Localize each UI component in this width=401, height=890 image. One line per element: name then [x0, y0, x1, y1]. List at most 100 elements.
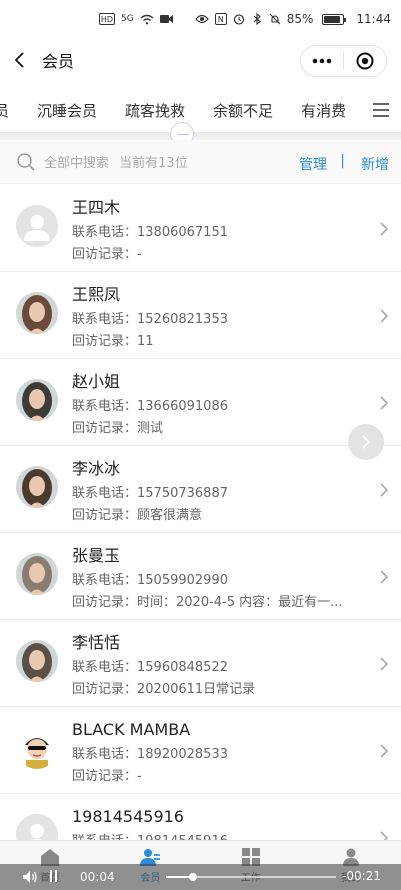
app: { "status_bar": { "indicators": ["HD", "…: [0, 0, 401, 890]
member-visit-line: 回访记录：时间：2020-4-5 内容：最近有一...: [72, 592, 343, 614]
member-visit-record: 11: [137, 334, 154, 349]
member-phone-line: 联系电话：15059902990: [72, 570, 343, 592]
member-photo: [16, 292, 58, 334]
chevron-right-icon: [380, 222, 389, 236]
member-row[interactable]: 赵小姐 联系电话：13666091086 回访记录：测试: [0, 359, 401, 446]
nav-bar: 会员: [0, 38, 401, 82]
member-name: 李冰冰: [72, 459, 121, 478]
member-row[interactable]: 王四木 联系电话：13806067151 回访记录：-: [0, 185, 401, 272]
more-dots-icon: [312, 58, 332, 64]
member-info: 赵小姐 联系电话：13666091086 回访记录：测试: [72, 371, 228, 440]
tab-dormant-members[interactable]: 沉睡会员: [37, 100, 97, 121]
member-info: 张曼玉 联系电话：15059902990 回访记录：时间：2020-4-5 内容：最…: [72, 545, 343, 614]
battery-percent: 85%: [286, 12, 314, 26]
member-visit-record: 顾客很满意: [137, 508, 203, 523]
member-visit-line: 回访记录：20200611日常记录: [72, 679, 255, 701]
chevron-right-icon: [380, 570, 389, 584]
member-visit-record: 20200611日常记录: [137, 682, 256, 697]
member-phone: 13666091086: [137, 399, 228, 414]
member-row[interactable]: 李冰冰 联系电话：15750736887 回访记录：顾客很满意: [0, 446, 401, 533]
phone-label: 联系电话：: [72, 573, 138, 588]
member-list: 王四木 联系电话：13806067151 回访记录：- 王熙凤 联系电话：1526082…: [0, 185, 401, 881]
member-row[interactable]: BLACK MAMBA 联系电话：18920028533 回访记录：-: [0, 707, 401, 794]
phone-label: 联系电话：: [72, 486, 138, 501]
member-photo: [16, 640, 58, 682]
mute-bell-icon: [269, 13, 281, 25]
visit-label: 回访记录：: [72, 769, 138, 784]
floating-next-button[interactable]: [348, 424, 384, 460]
member-phone: 15750736887: [137, 486, 228, 501]
cartoon-avatar-icon: [16, 727, 58, 769]
wifi-icon: [140, 13, 154, 25]
phone-label: 联系电话：: [72, 225, 138, 240]
status-bar: HD 5G N 85% 11:44: [0, 0, 401, 38]
video-progress-bar[interactable]: [166, 873, 336, 881]
visit-label: 回访记录：: [72, 508, 138, 523]
target-close-icon: [356, 52, 374, 70]
page-title: 会员: [42, 52, 75, 71]
member-row[interactable]: 张曼玉 联系电话：15059902990 回访记录：时间：2020-4-5 内容：最…: [0, 533, 401, 620]
default-avatar-icon: [16, 205, 58, 247]
volume-icon[interactable]: [22, 870, 38, 884]
member-info: 李冰冰 联系电话：15750736887 回访记录：顾客很满意: [72, 458, 228, 527]
member-phone: 15960848522: [137, 660, 228, 675]
video-cam-icon: [159, 13, 173, 25]
member-phone-line: 联系电话：15960848522: [72, 657, 255, 679]
member-phone-line: 联系电话：15260821353: [72, 309, 228, 331]
video-controls: 00:04 -00:21: [0, 864, 401, 890]
video-progress-thumb[interactable]: [189, 873, 198, 881]
search-bar: 全部中搜索 当前有13位 管理 | 新增: [0, 140, 401, 184]
manage-button[interactable]: 管理: [299, 154, 327, 174]
tab-lapsed-rescue[interactable]: 疏客挽救: [125, 100, 185, 121]
clock: 11:44: [356, 12, 391, 26]
member-phone: 15260821353: [137, 312, 228, 327]
bluetooth-icon: [251, 13, 263, 25]
chevron-right-icon: [380, 657, 389, 671]
hd-icon: HD: [98, 13, 116, 25]
member-name: BLACK MAMBA: [72, 720, 191, 739]
member-info: 王熙凤联系电话：15260821353 回访记录：11: [72, 284, 228, 353]
member-avatar: [16, 640, 58, 682]
eye-icon: [194, 13, 209, 25]
chevron-right-icon: [380, 744, 389, 758]
more-button[interactable]: [301, 46, 343, 76]
member-phone-line: 联系电话：15750736887: [72, 483, 228, 505]
tab-member-partial[interactable]: 员: [0, 100, 9, 121]
add-member-button[interactable]: 新增: [361, 154, 389, 174]
member-avatar: [16, 727, 58, 769]
member-avatar: [16, 466, 58, 508]
chevron-right-icon: [380, 396, 389, 410]
member-phone: 18920028533: [137, 747, 228, 762]
tab-has-spending[interactable]: 有消费: [301, 100, 346, 121]
member-avatar: [16, 205, 58, 247]
phone-label: 联系电话：: [72, 399, 138, 414]
member-row[interactable]: 王熙凤联系电话：15260821353 回访记录：11: [0, 272, 401, 359]
member-name: 李恬恬: [72, 633, 121, 652]
member-row[interactable]: 李恬恬 联系电话：15960848522 回访记录：20200611日常记录: [0, 620, 401, 707]
search-input[interactable]: 全部中搜索 当前有13位: [44, 152, 188, 171]
video-current-time: 00:04: [80, 870, 115, 884]
alarm-icon: [233, 13, 245, 25]
visit-label: 回访记录：: [72, 682, 138, 697]
member-avatar: [16, 292, 58, 334]
member-count: 当前有13位: [119, 156, 188, 171]
pause-button[interactable]: [50, 870, 60, 884]
chevron-left-icon: [14, 52, 24, 68]
back-button[interactable]: [0, 38, 40, 82]
member-photo: [16, 466, 58, 508]
member-phone: 13806067151: [137, 225, 228, 240]
member-visit-line: 回访记录：11: [72, 331, 228, 353]
member-info: BLACK MAMBA 联系电话：18920028533 回访记录：-: [72, 719, 228, 788]
tab-menu-button[interactable]: [361, 88, 401, 132]
member-phone: 15059902990: [137, 573, 228, 588]
member-name: 王熙凤: [72, 285, 121, 304]
tab-low-balance[interactable]: 余额不足: [213, 100, 273, 121]
close-program-button[interactable]: [344, 46, 386, 76]
member-phone-line: 联系电话：13806067151: [72, 222, 228, 244]
member-name: 19814545916: [72, 807, 184, 826]
search-placeholder: 全部中搜索: [44, 156, 110, 171]
member-photo: [16, 553, 58, 595]
tab-divider: [0, 132, 401, 140]
member-visit-line: 回访记录：顾客很满意: [72, 505, 228, 527]
nfc-icon: N: [214, 13, 227, 25]
